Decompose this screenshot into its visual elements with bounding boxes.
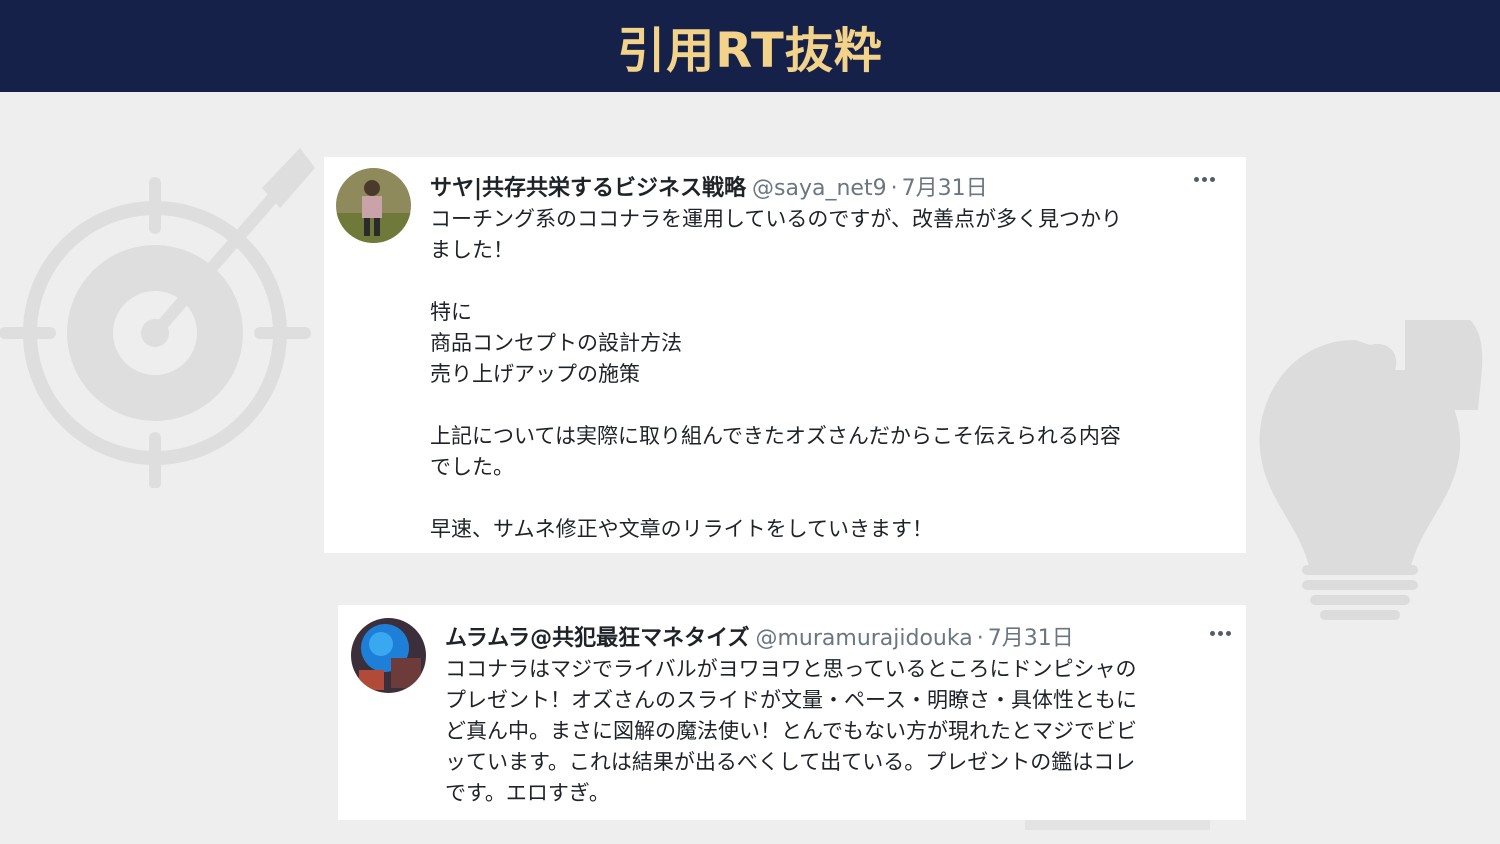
separator: · bbox=[890, 176, 898, 201]
tweet-line: です。エロすぎ。 bbox=[445, 781, 610, 805]
tweet-line: 売り上げアップの施策 bbox=[430, 362, 640, 386]
more-options-icon[interactable] bbox=[1210, 631, 1231, 636]
tweet-line: 上記については実際に取り組んできたオズさんだからこそ伝えられる内容 bbox=[430, 424, 1121, 448]
user-avatar-icon[interactable] bbox=[336, 168, 411, 243]
quote-tweet-card[interactable]: サヤ|共存共栄するビジネス戦略 @saya_net9 · 7月31日 コーチング… bbox=[324, 157, 1246, 553]
tweet-line: ッています。これは結果が出るべくして出ている。プレゼントの鑑はコレ bbox=[445, 750, 1136, 774]
tweet-line: コーチング系のココナラを運用しているのですが、改善点が多く見つかり bbox=[430, 207, 1122, 231]
lightbulb-puzzle-icon bbox=[1259, 320, 1483, 620]
tweet-line: 特に bbox=[430, 300, 472, 324]
user-handle[interactable]: @muramurajidouka bbox=[755, 626, 972, 651]
target-arrow-icon bbox=[0, 148, 315, 488]
tweet-line: ココナラはマジでライバルがヨワヨワと思っているところにドンピシャの bbox=[445, 657, 1137, 681]
tweet-line: ど真ん中。まさに図解の魔法使い！とんでもない方が現れたとマジでビビ bbox=[445, 719, 1137, 743]
tweet-date[interactable]: 7月31日 bbox=[988, 620, 1074, 652]
tweet-line: ました！ bbox=[430, 238, 514, 262]
tweet-line: 早速、サムネ修正や文章のリライトをしていきます！ bbox=[430, 517, 933, 541]
header-bar: 引用RT抜粋 bbox=[0, 0, 1500, 92]
tweet-header: サヤ|共存共栄するビジネス戦略 @saya_net9 · 7月31日 bbox=[430, 170, 988, 202]
display-name[interactable]: ムラムラ@共犯最狂マネタイズ bbox=[445, 620, 749, 652]
user-avatar-icon[interactable] bbox=[351, 618, 426, 693]
tweet-line: でした。 bbox=[430, 455, 514, 479]
tweet-text: コーチング系のココナラを運用しているのですが、改善点が多く見つかり ました！ 特… bbox=[430, 204, 1220, 545]
tweet-line: 商品コンセプトの設計方法 bbox=[430, 331, 682, 355]
tweet-line: プレゼント！オズさんのスライドが文量・ペース・明瞭さ・具体性ともに bbox=[445, 688, 1137, 712]
user-handle[interactable]: @saya_net9 bbox=[752, 176, 887, 201]
more-options-icon[interactable] bbox=[1194, 177, 1215, 182]
page-title: 引用RT抜粋 bbox=[617, 23, 883, 79]
tweet-header: ムラムラ@共犯最狂マネタイズ @muramurajidouka · 7月31日 bbox=[445, 620, 1074, 652]
display-name[interactable]: サヤ|共存共栄するビジネス戦略 bbox=[430, 170, 746, 202]
tweet-date[interactable]: 7月31日 bbox=[902, 170, 988, 202]
separator: · bbox=[976, 626, 984, 651]
quote-tweet-card[interactable]: ムラムラ@共犯最狂マネタイズ @muramurajidouka · 7月31日 … bbox=[338, 605, 1246, 820]
tweet-text: ココナラはマジでライバルがヨワヨワと思っているところにドンピシャの プレゼント！… bbox=[445, 654, 1235, 809]
